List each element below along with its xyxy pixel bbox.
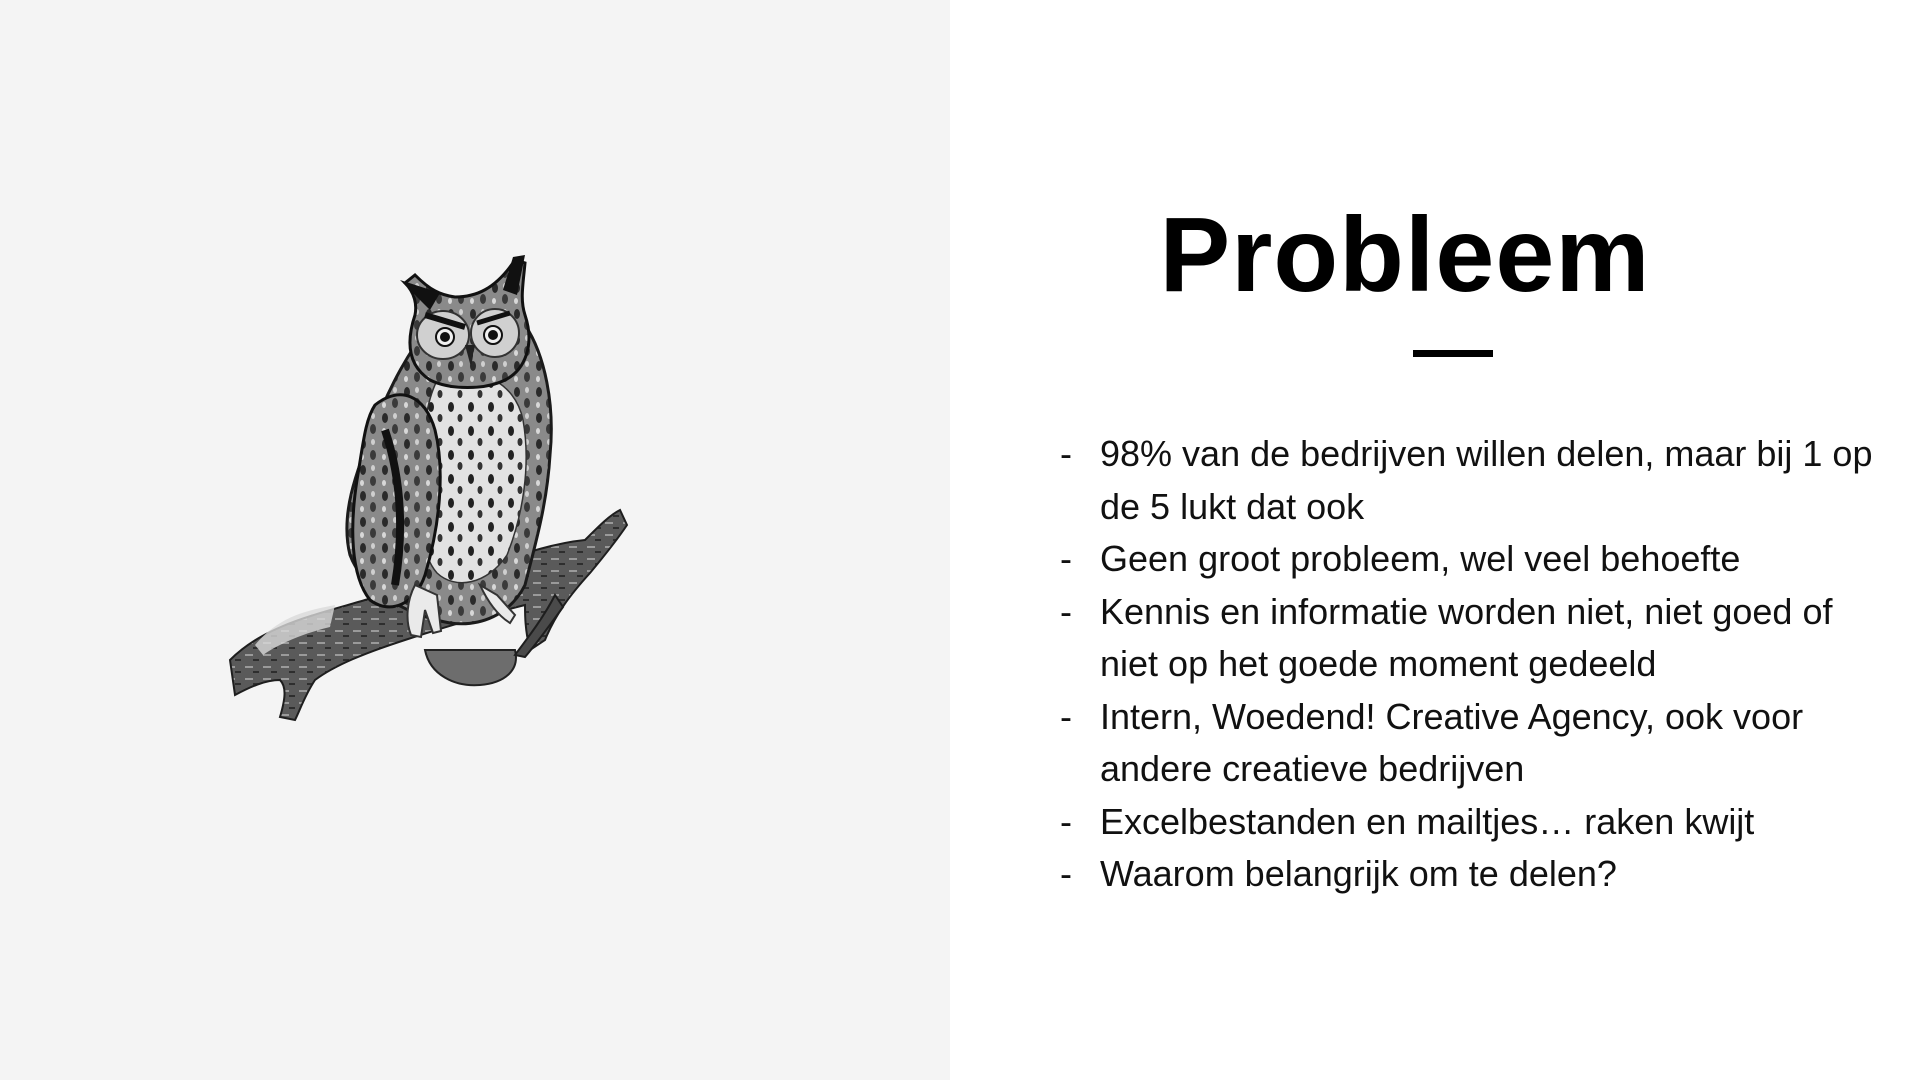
bullet-text: Waarom belangrijk om te delen? <box>1100 853 1617 894</box>
list-item: - 98% van de bedrijven willen delen, maa… <box>1060 428 1880 533</box>
bullet-dash: - <box>1060 800 1072 842</box>
list-item: - Waarom belangrijk om te delen? <box>1060 848 1880 901</box>
image-panel <box>0 0 950 1080</box>
slide: Probleem - 98% van de bedrijven willen d… <box>0 0 1920 1080</box>
bullet-dash: - <box>1060 538 1072 579</box>
bullet-text: Kennis en informatie worden niet, niet g… <box>1100 590 1833 685</box>
bullet-dash: - <box>1060 590 1072 632</box>
bullet-text: Excelbestanden en mailtjes… raken kwijt <box>1100 800 1755 842</box>
list-item: - Kennis en informatie worden niet, niet… <box>1060 586 1880 691</box>
content-panel: Probleem - 98% van de bedrijven willen d… <box>950 0 1920 1080</box>
list-item: - Intern, Woedend! Creative Agency, ook … <box>1060 691 1880 796</box>
list-item: - Excelbestanden en mailtjes… raken kwij… <box>1060 796 1880 849</box>
title-underline <box>1413 350 1493 357</box>
bullet-list: - 98% van de bedrijven willen delen, maa… <box>1060 428 1880 901</box>
bullet-text: 98% van de bedrijven willen delen, maar … <box>1100 433 1873 527</box>
bullet-text: Geen groot probleem, wel veel behoefte <box>1100 538 1741 579</box>
slide-title: Probleem <box>1159 196 1651 314</box>
list-item: - Geen groot probleem, wel veel behoefte <box>1060 533 1880 586</box>
owl-illustration <box>228 255 629 722</box>
bullet-text: Intern, Woedend! Creative Agency, ook vo… <box>1100 695 1804 790</box>
bullet-dash: - <box>1060 695 1072 737</box>
bullet-dash: - <box>1060 433 1072 474</box>
bullet-dash: - <box>1060 853 1072 894</box>
